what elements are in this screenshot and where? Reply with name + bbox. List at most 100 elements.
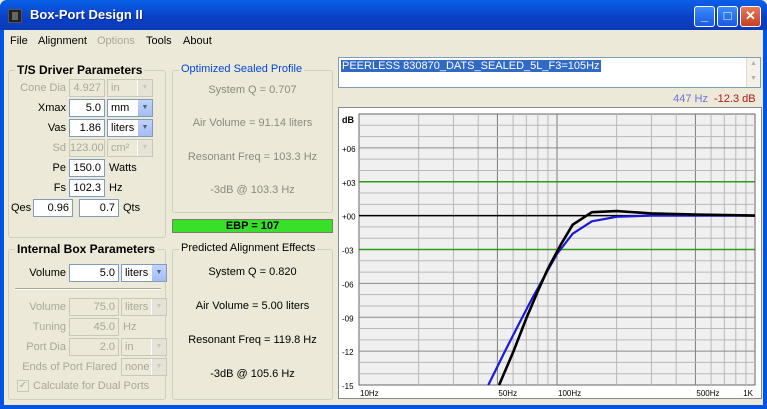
- qts-input[interactable]: 0.7: [79, 199, 119, 217]
- response-chart-svg[interactable]: +06 +03 +00 -03 -06 -09 -12 -15 dB 10Hz 50Hz 100Hz 5…: [339, 108, 761, 398]
- y-tick-label: -15: [342, 382, 354, 391]
- vas-input[interactable]: 1.86: [69, 119, 105, 137]
- ts-params-group: T/S Driver Parameters Cone Dia 4.927 in ▼…: [8, 63, 166, 238]
- y-tick-label: +03: [342, 179, 356, 188]
- y-tick-label: -06: [342, 280, 354, 289]
- opt-f3: -3dB @ 103.3 Hz: [210, 184, 295, 196]
- menu-bar: File Alignment Options Tools About: [4, 32, 763, 50]
- xmax-input[interactable]: 5.0: [69, 99, 105, 117]
- volume2-label: Volume: [29, 301, 66, 313]
- cone-dia-input: 4.927: [69, 79, 105, 97]
- app-icon: [8, 9, 22, 23]
- textbox-scrollbar[interactable]: ▲ ▼: [746, 58, 760, 87]
- dual-ports-label: Calculate for Dual Ports: [33, 380, 150, 392]
- window-title: Box-Port Design II: [30, 7, 143, 22]
- pred-system-q: System Q = 0.820: [208, 266, 297, 278]
- chevron-down-icon: ▼: [151, 265, 166, 281]
- optimized-profile-group: Optimized Sealed Profile System Q = 0.70…: [172, 63, 333, 213]
- xmax-unit-select[interactable]: mm ▼: [107, 99, 153, 117]
- menu-alignment[interactable]: Alignment: [38, 35, 87, 47]
- menu-about[interactable]: About: [183, 35, 212, 47]
- fs-unit: Hz: [109, 182, 123, 194]
- pe-input[interactable]: 150.0: [69, 159, 105, 177]
- menu-options: Options: [97, 35, 135, 47]
- divider: [15, 288, 161, 290]
- y-tick-label: +06: [342, 145, 356, 154]
- tuning-unit: Hz: [123, 321, 137, 333]
- box-params-group: Internal Box Parameters Volume 5.0 liter…: [8, 242, 167, 400]
- qts-label: Qts: [123, 202, 141, 214]
- volume-label: Volume: [29, 267, 66, 279]
- pred-air-volume: Air Volume = 5.00 liters: [195, 300, 310, 312]
- opt-system-q: System Q = 0.707: [208, 84, 297, 96]
- x-tick-label: 1K: [743, 389, 753, 398]
- port-dia-unit-select: in ▼: [121, 338, 167, 356]
- chevron-down-icon: ▼: [151, 339, 166, 355]
- pred-resonant-freq: Resonant Freq = 119.8 Hz: [188, 334, 317, 346]
- optimized-profile-title: Optimized Sealed Profile: [179, 63, 305, 75]
- profile-name-text: PEERLESS 830870_DATS_SEALED_5L_F3=105Hz: [341, 60, 601, 72]
- dual-ports-checkbox: ✓: [17, 380, 29, 392]
- chevron-down-icon: ▼: [137, 80, 152, 96]
- x-tick-label: 50Hz: [498, 389, 517, 398]
- x-tick-label: 100Hz: [558, 389, 581, 398]
- pe-label: Pe: [52, 162, 66, 174]
- menu-tools[interactable]: Tools: [146, 35, 172, 47]
- predicted-effects-title: Predicted Alignment Effects: [179, 242, 318, 254]
- cursor-frequency: 447 Hz: [673, 93, 708, 105]
- chevron-down-icon: ▼: [137, 140, 152, 156]
- y-axis-label: dB: [342, 115, 354, 125]
- app-window: Box-Port Design II _ □ ✕ File Alignment …: [0, 0, 767, 409]
- x-tick-label: 500Hz: [696, 389, 719, 398]
- tuning-input: 45.0: [69, 318, 119, 336]
- volume-unit-select[interactable]: liters ▼: [121, 264, 167, 282]
- flared-select: none ▼: [121, 358, 167, 376]
- x-tick-label: 10Hz: [360, 389, 379, 398]
- opt-resonant-freq: Resonant Freq = 103.3 Hz: [187, 151, 318, 163]
- box-params-title: Internal Box Parameters: [15, 242, 158, 256]
- flared-label: Ends of Port Flared: [22, 361, 117, 373]
- chevron-down-icon: ▼: [137, 120, 152, 136]
- xmax-label: Xmax: [37, 102, 66, 114]
- volume2-input: 75.0: [69, 298, 119, 316]
- profile-name-textbox[interactable]: PEERLESS 830870_DATS_SEALED_5L_F3=105Hz …: [338, 57, 761, 88]
- response-chart[interactable]: +06 +03 +00 -03 -06 -09 -12 -15 dB 10Hz 50Hz 100Hz 5…: [338, 107, 762, 399]
- predicted-effects-group: Predicted Alignment Effects System Q = 0…: [172, 242, 333, 400]
- fs-input[interactable]: 102.3: [69, 179, 105, 197]
- y-tick-label: -09: [342, 314, 354, 323]
- qes-input[interactable]: 0.96: [33, 199, 73, 217]
- scroll-down-icon[interactable]: ▼: [750, 75, 757, 82]
- tuning-label: Tuning: [32, 321, 66, 333]
- y-tick-label: +00: [342, 213, 356, 222]
- pe-unit: Watts: [109, 162, 137, 174]
- volume-input[interactable]: 5.0: [69, 264, 119, 282]
- maximize-button[interactable]: □: [717, 6, 738, 27]
- vas-unit-select[interactable]: liters ▼: [107, 119, 153, 137]
- title-bar[interactable]: Box-Port Design II _ □ ✕: [0, 0, 767, 30]
- scroll-up-icon[interactable]: ▲: [750, 60, 757, 67]
- vas-label: Vas: [47, 122, 66, 134]
- sd-label: Sd: [52, 142, 66, 154]
- close-button[interactable]: ✕: [740, 6, 761, 27]
- opt-air-volume: Air Volume = 91.14 liters: [192, 117, 313, 129]
- ebp-indicator: EBP = 107: [172, 219, 333, 233]
- chevron-down-icon: ▼: [137, 100, 152, 116]
- cone-dia-unit-select: in ▼: [107, 79, 153, 97]
- chevron-down-icon: ▼: [151, 359, 166, 375]
- chevron-down-icon: ▼: [151, 299, 166, 315]
- sd-unit-select: cm² ▼: [107, 139, 153, 157]
- menu-file[interactable]: File: [10, 35, 28, 47]
- port-dia-label: Port Dia: [26, 341, 66, 353]
- cone-dia-label: Cone Dia: [20, 82, 66, 94]
- port-dia-input: 2.0: [69, 338, 119, 356]
- cursor-db: -12.3 dB: [714, 93, 756, 105]
- sd-input: 123.005: [69, 139, 105, 157]
- client-area: File Alignment Options Tools About T/S D…: [4, 30, 763, 405]
- y-tick-label: -03: [342, 247, 354, 256]
- qes-label: Qes: [11, 202, 32, 214]
- ts-params-title: T/S Driver Parameters: [15, 63, 145, 77]
- pred-f3: -3dB @ 105.6 Hz: [210, 368, 295, 380]
- y-tick-label: -12: [342, 348, 354, 357]
- volume2-unit-select: liters ▼: [121, 298, 167, 316]
- minimize-button[interactable]: _: [694, 6, 715, 27]
